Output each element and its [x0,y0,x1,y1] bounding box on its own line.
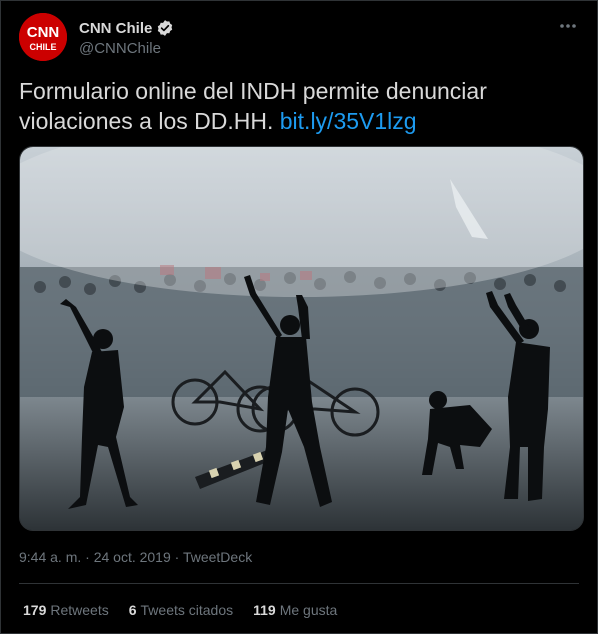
tweet-card: CNN CHILE CNN Chile @CNNChile Formulario… [0,0,598,634]
tweet-timestamp[interactable]: 9:44 a. m. · 24 oct. 2019 · TweetDeck [19,549,252,565]
photo-protest-water-cannon-icon [20,147,583,530]
verified-badge-icon [158,20,173,36]
avatar-logo-bottom: CHILE [30,42,57,52]
display-name[interactable]: CNN Chile [79,20,152,37]
more-options-icon[interactable] [559,23,577,29]
retweets-count: 179 [23,602,47,618]
tweet-body: Formulario online del INDH permite denun… [19,78,487,134]
quotes-count: 6 [128,602,137,618]
quotes-label: Tweets citados [140,602,234,618]
tweet-stats: 179 Retweets 6 Tweets citados 119 Me gusta [23,602,337,618]
account-names: CNN Chile @CNNChile [79,18,174,57]
divider [19,583,579,584]
avatar[interactable]: CNN CHILE [19,13,67,61]
retweets-label: Retweets [50,602,109,618]
likes-count: 119 [253,602,276,618]
likes-stat[interactable]: 119 Me gusta [253,602,337,618]
likes-label: Me gusta [279,602,338,618]
tweet-header: CNN CHILE CNN Chile @CNNChile [19,13,579,63]
quotes-stat[interactable]: 6 Tweets citados [129,602,233,618]
avatar-logo-top: CNN [27,24,60,41]
tweet-photo[interactable] [19,146,584,531]
tweet-link[interactable]: bit.ly/35V1lzg [280,108,417,134]
handle[interactable]: @CNNChile [79,40,174,57]
tweet-text: Formulario online del INDH permite denun… [19,76,579,136]
retweets-stat[interactable]: 179 Retweets [23,602,109,618]
